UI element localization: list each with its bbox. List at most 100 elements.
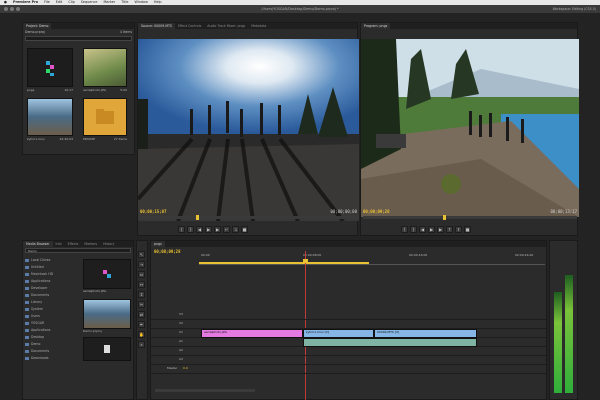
mark-out-button[interactable]: } xyxy=(187,226,194,233)
window-title: /Users/YOSGAR/Desktop/Demo/Demo.prproj * xyxy=(261,7,339,11)
playhead-handle[interactable] xyxy=(303,259,308,263)
track-a1: A1 xyxy=(151,338,546,347)
export-frame-button[interactable]: ■ xyxy=(241,226,248,233)
tab-program[interactable]: Program: pngs xyxy=(361,23,391,29)
play-button[interactable]: ▶ xyxy=(428,226,435,233)
track-label[interactable]: A3 xyxy=(179,357,183,361)
pen-tool-icon[interactable]: ✒ xyxy=(138,321,145,328)
project-item-thumb[interactable] xyxy=(27,98,73,136)
tree-item[interactable]: Local Drives xyxy=(25,257,80,264)
step-forward-button[interactable]: ▶ xyxy=(214,226,221,233)
timeline-clip[interactable]: aerialphoto.JPG xyxy=(201,329,303,338)
track-v2: V2 xyxy=(151,320,546,329)
program-scrub-bar[interactable] xyxy=(363,215,577,220)
tree-item[interactable]: Macintosh HD xyxy=(25,271,80,278)
track-select-tool-icon[interactable]: → xyxy=(138,261,145,268)
razor-tool-icon[interactable]: ✂ xyxy=(138,301,145,308)
tree-item[interactable]: Documents xyxy=(25,348,80,355)
timeline-clip[interactable]: kyhm1.mov [V] xyxy=(303,329,374,338)
export-frame-button[interactable]: ■ xyxy=(464,226,471,233)
tree-item[interactable]: Users xyxy=(25,313,80,320)
tree-item[interactable]: YOSGAR xyxy=(25,320,80,327)
tree-item[interactable]: Developer xyxy=(25,285,80,292)
clip-label: aerialphoto.JPG xyxy=(204,330,227,334)
play-button[interactable]: ▶ xyxy=(205,226,212,233)
zoom-window-button[interactable] xyxy=(16,7,20,11)
project-item-thumb[interactable] xyxy=(27,48,73,87)
tree-item[interactable]: Demo xyxy=(25,341,80,348)
program-video-frame[interactable] xyxy=(361,39,579,217)
media-thumb[interactable] xyxy=(83,337,131,361)
program-playhead[interactable] xyxy=(443,215,446,220)
zoom-tool-icon[interactable]: ⌕ xyxy=(138,341,145,348)
tab-metadata[interactable]: Metadata xyxy=(248,23,269,29)
tree-item[interactable]: Library xyxy=(25,299,80,306)
hand-tool-icon[interactable]: ✋ xyxy=(138,331,145,338)
track-label[interactable]: A1 xyxy=(179,339,183,343)
source-timecode[interactable]: 00;00;15;07 xyxy=(140,209,167,214)
rolling-edit-tool-icon[interactable]: ↔ xyxy=(138,281,145,288)
media-thumb[interactable] xyxy=(83,299,131,329)
source-video-frame[interactable] xyxy=(138,39,359,221)
master-volume[interactable]: 0.0 xyxy=(183,366,188,370)
media-browser-path[interactable]: Demo xyxy=(25,248,131,253)
project-item-thumb[interactable] xyxy=(83,48,127,87)
media-thumb[interactable] xyxy=(83,259,131,289)
selection-tool-icon[interactable]: ↖ xyxy=(138,251,145,258)
tab-audio-mixer[interactable]: Audio Track Mixer: pngs xyxy=(204,23,248,29)
file-icon xyxy=(104,345,110,353)
extract-button[interactable]: ⇑ xyxy=(455,226,462,233)
tab-source[interactable]: Source: 00009.MTS xyxy=(138,23,175,29)
timeline-timecode[interactable]: 00;00;09;28 xyxy=(154,249,181,254)
work-area-bar[interactable] xyxy=(199,262,369,264)
track-a2: A2 xyxy=(151,347,546,356)
source-playhead[interactable] xyxy=(196,215,199,220)
folder-thumb[interactable] xyxy=(83,98,127,136)
tab-media-browser[interactable]: Media Browser xyxy=(23,241,53,247)
tree-item[interactable]: Applications xyxy=(25,327,80,334)
step-back-button[interactable]: ◀ xyxy=(419,226,426,233)
tab-effect-controls[interactable]: Effect Controls xyxy=(175,23,204,29)
track-label[interactable]: V3 xyxy=(179,312,183,316)
close-window-button[interactable] xyxy=(4,7,8,11)
window-title-bar: /Users/YOSGAR/Desktop/Demo/Demo.prproj *… xyxy=(0,5,600,13)
tab-project[interactable]: Project: Demo xyxy=(23,23,52,29)
track-label[interactable]: A2 xyxy=(179,348,183,352)
timeline-clip[interactable]: 00009.MTS [V] xyxy=(374,329,477,338)
project-item-info: 5:00 xyxy=(120,88,127,92)
tree-item[interactable]: Documents xyxy=(25,292,80,299)
mark-in-button[interactable]: { xyxy=(401,226,408,233)
rate-stretch-tool-icon[interactable]: ↕ xyxy=(138,291,145,298)
tab-history[interactable]: History xyxy=(100,241,117,247)
tab-timeline-sequence[interactable]: pngs xyxy=(151,241,165,247)
track-label[interactable]: V2 xyxy=(179,321,183,325)
tree-item[interactable]: Untitled xyxy=(25,264,80,271)
tab-info[interactable]: Info xyxy=(53,241,65,247)
program-timecode[interactable]: 00;00;09;28 xyxy=(363,209,390,214)
mark-in-button[interactable]: { xyxy=(178,226,185,233)
overwrite-button[interactable]: ↴ xyxy=(232,226,239,233)
mark-out-button[interactable]: } xyxy=(410,226,417,233)
tree-item[interactable]: Applications xyxy=(25,278,80,285)
ruler-label: 00;00 xyxy=(201,253,210,257)
tab-effects[interactable]: Effects xyxy=(65,241,82,247)
step-back-button[interactable]: ◀ xyxy=(196,226,203,233)
project-search-input[interactable] xyxy=(25,36,132,41)
audio-clip[interactable] xyxy=(303,338,477,347)
lift-button[interactable]: ↑ xyxy=(446,226,453,233)
step-forward-button[interactable]: ▶ xyxy=(437,226,444,233)
tree-item[interactable]: Downloads xyxy=(25,355,80,362)
track-label[interactable]: V1 xyxy=(179,330,183,334)
ripple-edit-tool-icon[interactable]: ⇔ xyxy=(138,271,145,278)
slip-tool-icon[interactable]: ⇄ xyxy=(138,311,145,318)
timeline-zoom-scroll[interactable] xyxy=(155,389,255,392)
tab-markers[interactable]: Markers xyxy=(81,241,100,247)
minimize-window-button[interactable] xyxy=(10,7,14,11)
insert-button[interactable]: ↵ xyxy=(223,226,230,233)
workspace-label[interactable]: Workspace: Editing (CS5.5) xyxy=(553,5,596,13)
timeline-ruler[interactable]: 00;00 00;00;08;00 00;00;16;00 00;00;24;0… xyxy=(199,251,545,265)
tree-item[interactable]: Desktop xyxy=(25,334,80,341)
tree-item[interactable]: System xyxy=(25,306,80,313)
track-master: Master 0.0 xyxy=(151,365,546,374)
source-scrub-bar[interactable] xyxy=(140,215,357,220)
